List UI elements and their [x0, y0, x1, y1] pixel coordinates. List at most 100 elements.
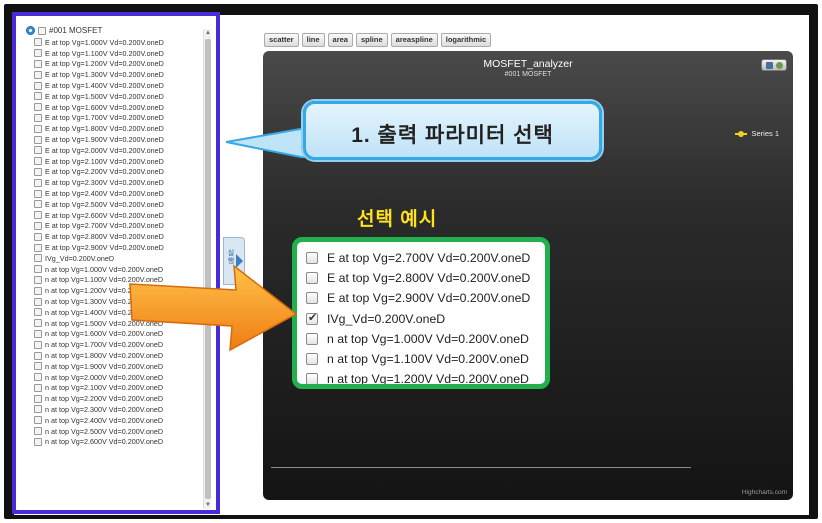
list-item[interactable]: E at top Vg=1.700V Vd=0.200V.oneD [34, 113, 204, 124]
example-list-item[interactable]: E at top Vg=2.800V Vd=0.200V.oneD [306, 268, 530, 288]
item-checkbox[interactable] [34, 92, 42, 101]
item-checkbox[interactable] [34, 394, 42, 403]
item-checkbox[interactable] [34, 351, 42, 360]
example-checkbox[interactable] [306, 332, 318, 345]
item-checkbox[interactable] [34, 427, 42, 436]
item-label: n at top Vg=2.600V Vd=0.200V.oneD [45, 437, 164, 447]
chart-type-button-logarithmic[interactable]: logarithmic [440, 33, 492, 47]
list-item[interactable]: n at top Vg=2.200V Vd=0.200V.oneD [34, 393, 204, 404]
item-checkbox[interactable] [34, 254, 42, 263]
list-item[interactable]: n at top Vg=2.100V Vd=0.200V.oneD [34, 383, 204, 394]
list-item[interactable]: E at top Vg=1.900V Vd=0.200V.oneD [34, 134, 204, 145]
chart-credits[interactable]: Highcharts.com [742, 489, 787, 496]
scroll-down-icon[interactable]: ▼ [204, 501, 212, 509]
list-item[interactable]: E at top Vg=2.900V Vd=0.200V.oneD [34, 242, 204, 253]
item-checkbox[interactable] [34, 59, 42, 68]
list-item[interactable]: n at top Vg=2.600V Vd=0.200V.oneD [34, 436, 204, 447]
list-item[interactable]: n at top Vg=2.300V Vd=0.200V.oneD [34, 404, 204, 415]
list-item[interactable]: E at top Vg=2.300V Vd=0.200V.oneD [34, 177, 204, 188]
example-checkbox[interactable] [306, 272, 318, 285]
tree-root-item[interactable]: #001 MOSFET [26, 25, 102, 36]
item-checkbox[interactable] [34, 178, 42, 187]
example-list-item[interactable]: n at top Vg=1.200V Vd=0.200V.oneD [306, 369, 530, 384]
item-checkbox[interactable] [34, 243, 42, 252]
example-list-item[interactable]: n at top Vg=1.100V Vd=0.200V.oneD [306, 349, 530, 369]
item-checkbox[interactable] [34, 49, 42, 58]
chart-type-button-spline[interactable]: spline [355, 33, 388, 47]
chart-type-button-areaspline[interactable]: areaspline [390, 33, 438, 47]
chart-legend-item[interactable]: Series 1 [735, 129, 779, 138]
example-list-item[interactable]: E at top Vg=2.700V Vd=0.200V.oneD [306, 248, 530, 268]
item-checkbox[interactable] [34, 38, 42, 47]
item-label: E at top Vg=2.800V Vd=0.200V.oneD [45, 232, 164, 242]
item-checkbox[interactable] [34, 200, 42, 209]
item-checkbox[interactable] [34, 383, 42, 392]
example-checkbox[interactable] [306, 252, 318, 265]
item-label: n at top Vg=2.500V Vd=0.200V.oneD [45, 426, 164, 436]
item-checkbox[interactable] [34, 211, 42, 220]
list-item[interactable]: E at top Vg=2.700V Vd=0.200V.oneD [34, 221, 204, 232]
chart-type-button-scatter[interactable]: scatter [264, 33, 299, 47]
scroll-up-icon[interactable]: ▲ [204, 29, 212, 37]
list-item[interactable]: E at top Vg=2.100V Vd=0.200V.oneD [34, 156, 204, 167]
list-item[interactable]: E at top Vg=1.400V Vd=0.200V.oneD [34, 80, 204, 91]
item-checkbox[interactable] [34, 297, 42, 306]
list-item[interactable]: E at top Vg=2.000V Vd=0.200V.oneD [34, 145, 204, 156]
list-item[interactable]: E at top Vg=2.500V Vd=0.200V.oneD [34, 199, 204, 210]
list-item[interactable]: E at top Vg=1.600V Vd=0.200V.oneD [34, 102, 204, 113]
item-checkbox[interactable] [34, 113, 42, 122]
item-checkbox[interactable] [34, 146, 42, 155]
print-icon [766, 62, 773, 69]
chart-type-button-area[interactable]: area [327, 33, 353, 47]
item-checkbox[interactable] [34, 308, 42, 317]
selection-example-list: E at top Vg=2.700V Vd=0.200V.oneD E at to… [306, 248, 530, 384]
item-checkbox[interactable] [34, 362, 42, 371]
item-checkbox[interactable] [34, 340, 42, 349]
list-item[interactable]: E at top Vg=2.200V Vd=0.200V.oneD [34, 167, 204, 178]
example-checkbox[interactable] [306, 373, 318, 384]
chart-type-button-line[interactable]: line [301, 33, 325, 47]
item-checkbox[interactable] [34, 275, 42, 284]
item-checkbox[interactable] [34, 157, 42, 166]
item-checkbox[interactable] [34, 232, 42, 241]
list-item[interactable]: E at top Vg=1.800V Vd=0.200V.oneD [34, 123, 204, 134]
item-checkbox[interactable] [34, 70, 42, 79]
item-checkbox[interactable] [34, 329, 42, 338]
item-checkbox[interactable] [34, 405, 42, 414]
item-checkbox[interactable] [34, 124, 42, 133]
list-item[interactable]: E at top Vg=1.000V Vd=0.200V.oneD [34, 37, 204, 48]
item-checkbox[interactable] [34, 319, 42, 328]
list-item[interactable]: E at top Vg=1.200V Vd=0.200V.oneD [34, 59, 204, 70]
item-label: E at top Vg=2.600V Vd=0.200V.oneD [45, 210, 164, 220]
checked-checkbox[interactable] [306, 311, 318, 325]
list-item[interactable]: n at top Vg=2.400V Vd=0.200V.oneD [34, 415, 204, 426]
list-item[interactable]: E at top Vg=1.500V Vd=0.200V.oneD [34, 91, 204, 102]
list-item[interactable]: n at top Vg=1.900V Vd=0.200V.oneD [34, 361, 204, 372]
example-checkbox[interactable] [306, 292, 318, 305]
root-checkbox[interactable] [38, 26, 46, 35]
item-checkbox[interactable] [34, 167, 42, 176]
example-list-item[interactable]: E at top Vg=2.900V Vd=0.200V.oneD [306, 288, 530, 308]
list-item[interactable]: E at top Vg=1.100V Vd=0.200V.oneD [34, 48, 204, 59]
item-checkbox[interactable] [34, 416, 42, 425]
export-button[interactable] [761, 59, 787, 71]
example-list-item[interactable]: IVg_Vd=0.200V.oneD [306, 309, 530, 329]
item-checkbox[interactable] [34, 265, 42, 274]
list-item[interactable]: E at top Vg=2.800V Vd=0.200V.oneD [34, 231, 204, 242]
list-item[interactable]: E at top Vg=2.600V Vd=0.200V.oneD [34, 210, 204, 221]
item-checkbox[interactable] [34, 373, 42, 382]
expand-toggle-icon[interactable] [26, 26, 35, 35]
item-checkbox[interactable] [34, 437, 42, 446]
item-checkbox[interactable] [34, 221, 42, 230]
item-checkbox[interactable] [34, 189, 42, 198]
item-checkbox[interactable] [34, 286, 42, 295]
list-item[interactable]: E at top Vg=1.300V Vd=0.200V.oneD [34, 69, 204, 80]
item-checkbox[interactable] [34, 135, 42, 144]
list-item[interactable]: E at top Vg=2.400V Vd=0.200V.oneD [34, 188, 204, 199]
item-checkbox[interactable] [34, 103, 42, 112]
list-item[interactable]: n at top Vg=2.000V Vd=0.200V.oneD [34, 372, 204, 383]
item-checkbox[interactable] [34, 81, 42, 90]
list-item[interactable]: n at top Vg=2.500V Vd=0.200V.oneD [34, 426, 204, 437]
example-checkbox[interactable] [306, 353, 318, 366]
example-list-item[interactable]: n at top Vg=1.000V Vd=0.200V.oneD [306, 329, 530, 349]
